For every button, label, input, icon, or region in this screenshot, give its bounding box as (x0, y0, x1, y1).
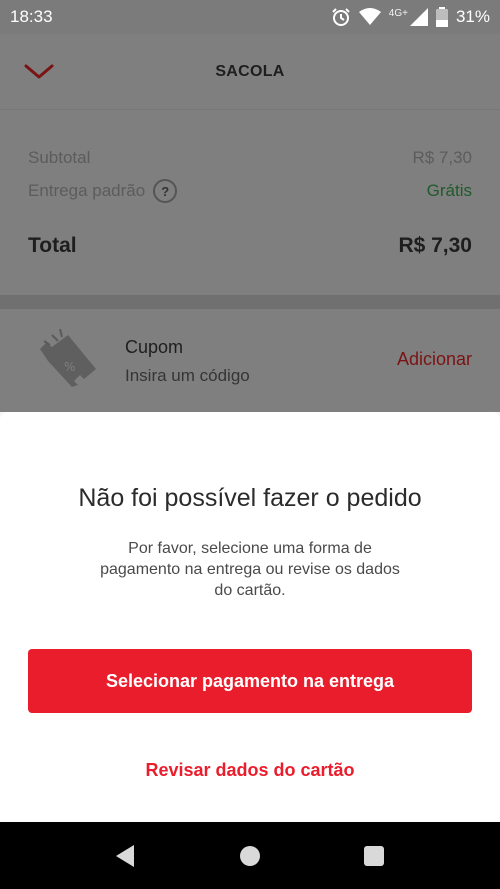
svg-text:%: % (64, 360, 75, 374)
coupon-title: Cupom (125, 337, 184, 357)
add-coupon-button[interactable]: Adicionar (397, 349, 472, 370)
status-bar: 18:33 4G+ 31% (0, 0, 500, 34)
error-sheet: Não foi possível fazer o pedido Por favo… (0, 412, 500, 822)
subtotal-value: R$ 7,30 (412, 148, 472, 167)
delivery-label-group: Entrega padrão ? (28, 179, 178, 203)
delivery-label: Entrega padrão (28, 181, 146, 200)
nav-home-icon[interactable] (240, 846, 260, 866)
total-row: Total R$ 7,30 (28, 234, 472, 258)
battery-icon (435, 7, 448, 27)
signal-icon (409, 8, 428, 26)
error-heading: Não foi possível fazer o pedido (78, 484, 422, 512)
wifi-icon (358, 8, 381, 25)
status-icons: 4G+ 31% (331, 7, 490, 27)
ticket-icon: % (40, 329, 96, 387)
battery-percent: 31% (455, 7, 490, 26)
nav-back-icon[interactable] (114, 844, 136, 868)
select-cash-payment-button[interactable]: Selecionar pagamento na entrega (28, 649, 472, 713)
help-icon[interactable]: ? (153, 179, 178, 203)
total-value: R$ 7,30 (398, 234, 472, 257)
page-title: SACOLA (215, 63, 285, 80)
coupon-section: % Cupom Insira um código Adicionar (0, 309, 500, 412)
subtotal-row: Subtotal R$ 7,30 (28, 148, 472, 168)
error-message: Por favor, selecione uma forma de pagame… (100, 540, 400, 599)
delivery-row: Entrega padrão ? Grátis (28, 179, 472, 203)
section-divider (0, 295, 500, 309)
total-label: Total (28, 234, 77, 257)
network-type: 4G+ (388, 7, 408, 19)
status-time: 18:33 (10, 7, 53, 26)
app-header: SACOLA (0, 34, 500, 110)
order-summary: Subtotal R$ 7,30 Entrega padrão ? Grátis… (0, 110, 500, 295)
review-card-button[interactable]: Revisar dados do cartão (0, 760, 500, 781)
delivery-value: Grátis (426, 181, 472, 200)
subtotal-label: Subtotal (28, 148, 91, 167)
coupon-subtitle: Insira um código (125, 366, 250, 385)
alarm-icon (332, 8, 350, 26)
system-nav-bar (0, 822, 500, 889)
nav-recents-icon[interactable] (364, 846, 384, 866)
